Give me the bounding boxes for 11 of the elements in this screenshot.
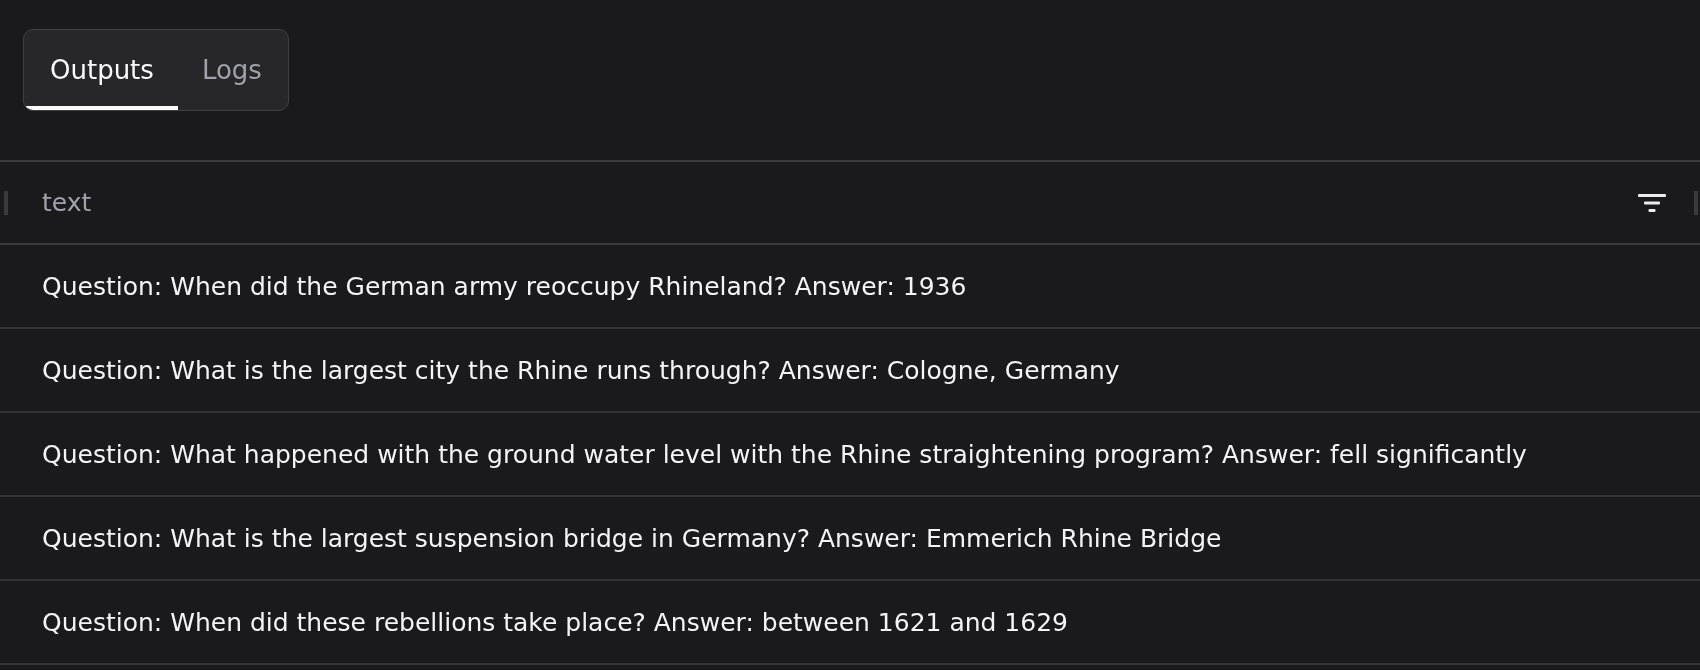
column-resize-handle[interactable]: [4, 190, 8, 215]
table-cell: Question: When did the German army reoccupy Rhineland? Answer: 1936: [42, 271, 967, 301]
table-cell: Question: What is the largest city the Rhine runs through? Answer: Cologne, Germany: [42, 355, 1120, 385]
tab[interactable]: Logs: [177, 30, 286, 110]
table-cell: Question: What happened with the ground water level with the Rhine straightening program? Answer: fell significantly: [42, 439, 1527, 469]
table-cell: Question: When did these rebellions take place? Answer: between 1621 and 1629: [42, 607, 1068, 637]
column-resize-handle[interactable]: [1694, 190, 1698, 215]
table-cell: Question: What is the largest suspension bridge in Germany? Answer: Emmerich Rhine Bridge: [42, 523, 1222, 553]
column-header: text: [42, 188, 93, 217]
tab[interactable]: Outputs: [26, 30, 178, 110]
filter-icon[interactable]: [1638, 193, 1666, 212]
